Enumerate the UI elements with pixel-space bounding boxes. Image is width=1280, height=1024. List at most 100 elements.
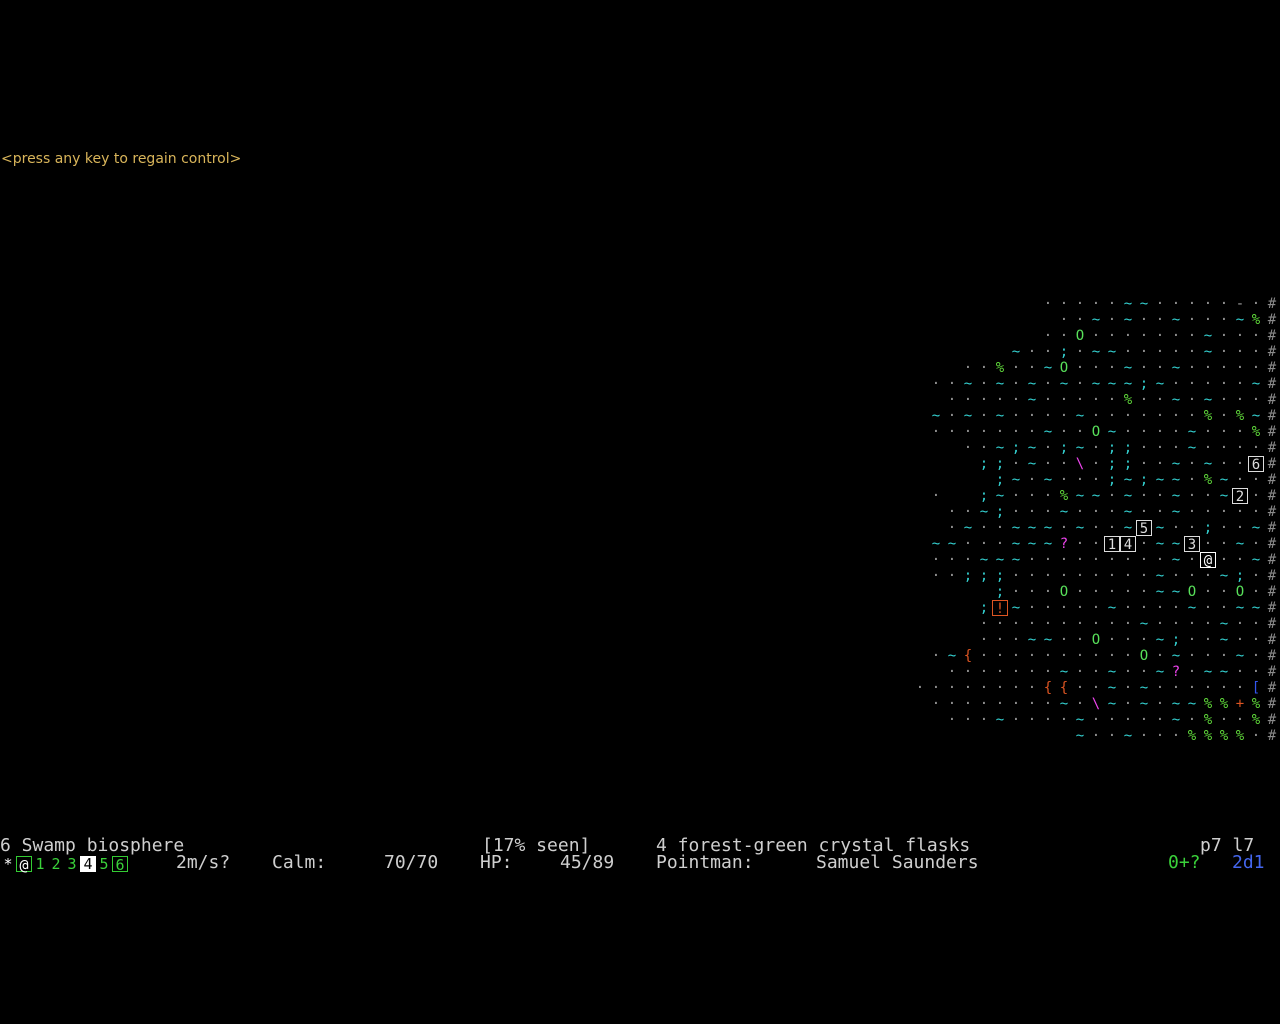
floor-tile: · [979,440,989,456]
water-tile: ~ [1011,520,1021,536]
floor-tile: · [1139,344,1149,360]
floor-tile: · [1203,312,1213,328]
floor-tile: · [1123,648,1133,664]
floor-tile: · [1107,552,1117,568]
water-tile: ~ [1187,440,1197,456]
floor-tile: · [1107,584,1117,600]
floor-tile: · [1155,728,1165,744]
floor-tile: · [931,696,941,712]
floor-tile: · [1011,488,1021,504]
game-map[interactable]: · · · · · ~ ~ · · · · · - · # · · ~ · ~ · · ~ · · · ~% # · · O · · · · · · · ~… [912,296,1280,744]
floor-tile: · [1123,328,1133,344]
floor-tile: · [1107,520,1117,536]
water-tile: ~ [1027,440,1037,456]
floor-tile: · [979,536,989,552]
floor-tile: · [1011,632,1021,648]
water-tile: ~ [1075,712,1085,728]
floor-tile: · [979,696,989,712]
floor-tile: · [1251,616,1261,632]
tree-tile: O [1059,360,1069,376]
plant-tile: % [1251,312,1261,328]
floor-tile: · [1251,344,1261,360]
party-slot-1[interactable]: 1 [32,856,48,872]
floor-tile: · [1075,632,1085,648]
floor-tile: · [1171,680,1181,696]
party-slot-player[interactable]: @ [16,856,32,873]
party-slot-3[interactable]: 3 [64,856,80,872]
plant-tile: % [1203,408,1213,424]
water-tile: ~ [1139,680,1149,696]
reed-tile: ; [1123,440,1133,456]
wall-tile: # [1267,360,1277,376]
floor-tile: · [995,648,1005,664]
ally-marker-1: 1 [1104,536,1120,553]
party-slot-2[interactable]: 2 [48,856,64,872]
floor-tile: · [1011,568,1021,584]
floor-tile: · [1075,376,1085,392]
water-tile: ~ [1187,696,1197,712]
water-tile: ~ [1219,472,1229,488]
floor-tile: · [1235,440,1245,456]
reed-tile: ; [979,568,989,584]
water-tile: ~ [1155,632,1165,648]
floor-tile: · [1235,472,1245,488]
floor-tile: · [1219,456,1229,472]
floor-tile: · [1011,424,1021,440]
floor-tile: · [947,408,957,424]
floor-tile: · [1139,600,1149,616]
floor-tile: · [1027,360,1037,376]
floor-tile: · [1011,664,1021,680]
floor-tile: · [1251,328,1261,344]
floor-tile: · [1107,712,1117,728]
floor-tile: · [1043,440,1053,456]
water-tile: ~ [963,408,973,424]
floor-tile: · [1203,504,1213,520]
floor-tile: · [1011,504,1021,520]
floor-tile: · [1059,552,1069,568]
floor-tile: · [1123,632,1133,648]
plant-tile: % [1251,712,1261,728]
floor-tile: · [1203,424,1213,440]
floor-tile: · [1187,504,1197,520]
floor-tile: · [1235,712,1245,728]
floor-tile: · [1091,680,1101,696]
floor-tile: · [1011,648,1021,664]
party-slot-5[interactable]: 5 [96,856,112,872]
floor-tile: · [963,536,973,552]
water-tile: ~ [1091,312,1101,328]
floor-tile: · [915,680,925,696]
floor-tile: · [1059,568,1069,584]
party-selector[interactable]: * @1 2 3 4 5 6 [0,856,128,873]
water-tile: ~ [1203,392,1213,408]
floor-tile: · [1139,536,1149,552]
water-tile: ~ [1027,520,1037,536]
floor-tile: · [1219,520,1229,536]
floor-tile: · [1251,296,1261,312]
floor-tile: · [1043,584,1053,600]
party-slot-4[interactable]: 4 [80,856,96,872]
water-tile: ~ [1107,696,1117,712]
floor-tile: · [1107,568,1117,584]
water-tile: ~ [1123,488,1133,504]
floor-tile: · [1107,328,1117,344]
water-tile: ~ [995,488,1005,504]
floor-tile: · [995,520,1005,536]
wall-tile: # [1267,296,1277,312]
plant-tile: % [1059,488,1069,504]
water-tile: ~ [1107,424,1117,440]
party-slot-6[interactable]: 6 [112,856,128,873]
floor-tile: · [1251,488,1261,504]
game-screen[interactable]: <press any key to regain control> · · · · · ~… [0,0,1280,1024]
floor-tile: · [1091,440,1101,456]
ally-marker-3: 3 [1184,536,1200,553]
floor-tile: · [1155,392,1165,408]
floor-tile: · [1171,440,1181,456]
water-tile: ~ [947,648,957,664]
floor-tile: · [1235,504,1245,520]
scroll-item: ? [1171,664,1181,680]
floor-tile: · [931,376,941,392]
floor-tile: · [1155,504,1165,520]
reed-tile: ; [1107,440,1117,456]
floor-tile: · [1027,488,1037,504]
plant-tile: % [1123,392,1133,408]
